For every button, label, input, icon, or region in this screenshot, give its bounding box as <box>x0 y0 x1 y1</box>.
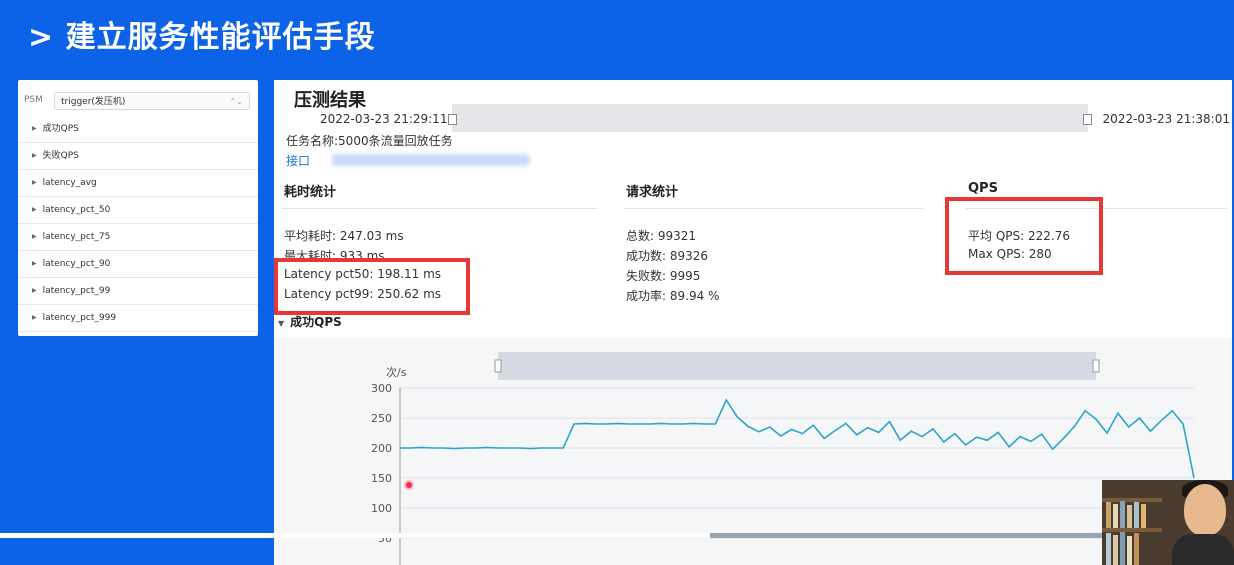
recording-dot-icon <box>404 480 414 490</box>
y-tick-label: 200 <box>371 442 392 455</box>
book <box>1127 505 1132 528</box>
chart-toggle[interactable]: ▼ 成功QPS <box>278 313 342 330</box>
series-line <box>400 398 1195 479</box>
caret-right-icon: ▶ <box>32 125 37 132</box>
divider <box>282 208 597 209</box>
range-handle-end[interactable] <box>1083 114 1092 125</box>
interface-link[interactable]: 接口 <box>286 152 310 169</box>
book <box>1106 533 1111 565</box>
time-start: 2022-03-23 21:29:11 <box>320 112 448 126</box>
divider <box>624 208 924 209</box>
metric-label: latency_pct_75 <box>42 232 111 242</box>
qps-section-title: QPS <box>968 181 998 196</box>
caret-right-icon: ▶ <box>32 287 37 294</box>
metric-item[interactable]: ▶ latency_pct_999 <box>18 305 258 332</box>
metric-list: ▶ 成功QPS ▶ 失败QPS ▶ latency_avg ▶ latency_pct_… <box>18 116 258 332</box>
stat-success-rate: 成功率: 89.94 % <box>626 289 720 303</box>
metric-label: latency_avg <box>42 178 97 188</box>
highlight-box-qps <box>945 197 1103 275</box>
result-panel: 压测结果 2022-03-23 21:29:11 2022-03-23 21:3… <box>274 80 1232 565</box>
latency-section-title: 耗时统计 <box>284 185 337 200</box>
page-title: 压测结果 <box>294 90 366 111</box>
metric-label: 成功QPS <box>42 124 79 134</box>
book <box>1134 533 1139 565</box>
y-tick-label: 150 <box>371 472 392 485</box>
y-tick-label: 100 <box>371 502 392 515</box>
book <box>1120 501 1125 528</box>
requests-section-title: 请求统计 <box>626 185 679 200</box>
caret-right-icon: ▶ <box>32 233 37 240</box>
caret-right-icon: ▶ <box>32 179 37 186</box>
highlight-box-latency <box>274 258 470 315</box>
psm-label: PSM <box>24 95 43 105</box>
zoom-handle-start[interactable] <box>494 359 502 373</box>
metric-label: latency_pct_50 <box>42 205 111 215</box>
time-end: 2022-03-23 21:38:01 <box>1102 112 1230 126</box>
metric-item[interactable]: ▶ latency_pct_75 <box>18 224 258 251</box>
video-progress-bar[interactable] <box>0 533 1234 538</box>
psm-select[interactable]: trigger(发压机) ⌃⌄ <box>54 92 250 110</box>
zoom-handle-end[interactable] <box>1092 359 1100 373</box>
metric-item[interactable]: ▶ 失败QPS <box>18 143 258 170</box>
video-progress-fill <box>0 533 710 538</box>
caret-right-icon: ▶ <box>32 206 37 213</box>
book <box>1113 535 1118 565</box>
person-head <box>1184 484 1226 536</box>
person-body <box>1172 534 1234 565</box>
metric-item[interactable]: ▶ latency_pct_50 <box>18 197 258 224</box>
chart-section-label: 成功QPS <box>290 315 342 329</box>
caret-down-icon: ▼ <box>278 319 285 328</box>
caret-right-icon: ▶ <box>32 260 37 267</box>
select-caret-icon: ⌃⌄ <box>229 97 243 106</box>
psm-select-value: trigger(发压机) <box>61 97 126 107</box>
book <box>1106 502 1111 528</box>
caret-right-icon: ▶ <box>32 314 37 321</box>
redacted-interface <box>332 154 530 166</box>
task-name: 任务名称:5000条流量回放任务 <box>286 134 453 148</box>
stat-avg-latency: 平均耗时: 247.03 ms <box>284 229 404 243</box>
range-handle-start[interactable] <box>448 114 457 125</box>
metric-item[interactable]: ▶ 成功QPS <box>18 116 258 143</box>
book <box>1113 504 1118 528</box>
y-tick-label: 250 <box>371 412 392 425</box>
book <box>1127 536 1132 565</box>
slide-title: > 建立服务性能评估手段 <box>28 20 376 55</box>
webcam-overlay <box>1102 480 1234 565</box>
caret-right-icon: ▶ <box>32 152 37 159</box>
metric-label: latency_pct_999 <box>42 313 117 323</box>
metric-label: latency_pct_99 <box>42 286 111 296</box>
metric-label: 失败QPS <box>42 151 79 161</box>
y-tick-label: 300 <box>371 382 392 395</box>
psm-row: PSM trigger(发压机) ⌃⌄ <box>24 92 250 112</box>
book <box>1141 504 1146 528</box>
shelf <box>1102 498 1162 502</box>
qps-chart: 次/s 300 250 200 150 100 50 <box>274 338 1232 565</box>
qps-chart-svg: 30025020015010050 <box>371 352 1195 565</box>
shelf <box>1102 528 1162 532</box>
book <box>1120 532 1125 565</box>
metric-label: latency_pct_90 <box>42 259 111 269</box>
stat-failed: 失败数: 9995 <box>626 269 701 283</box>
book <box>1134 502 1139 528</box>
metric-item[interactable]: ▶ latency_pct_99 <box>18 278 258 305</box>
metric-item[interactable]: ▶ latency_avg <box>18 170 258 197</box>
metric-item[interactable]: ▶ latency_pct_90 <box>18 251 258 278</box>
time-range-slider[interactable] <box>448 104 1092 132</box>
stat-total: 总数: 99321 <box>626 229 697 243</box>
chart-zoom-slider[interactable] <box>498 352 1096 380</box>
stat-success: 成功数: 89326 <box>626 249 709 263</box>
metric-panel: PSM trigger(发压机) ⌃⌄ ▶ 成功QPS ▶ 失败QPS ▶ laten… <box>18 80 258 336</box>
